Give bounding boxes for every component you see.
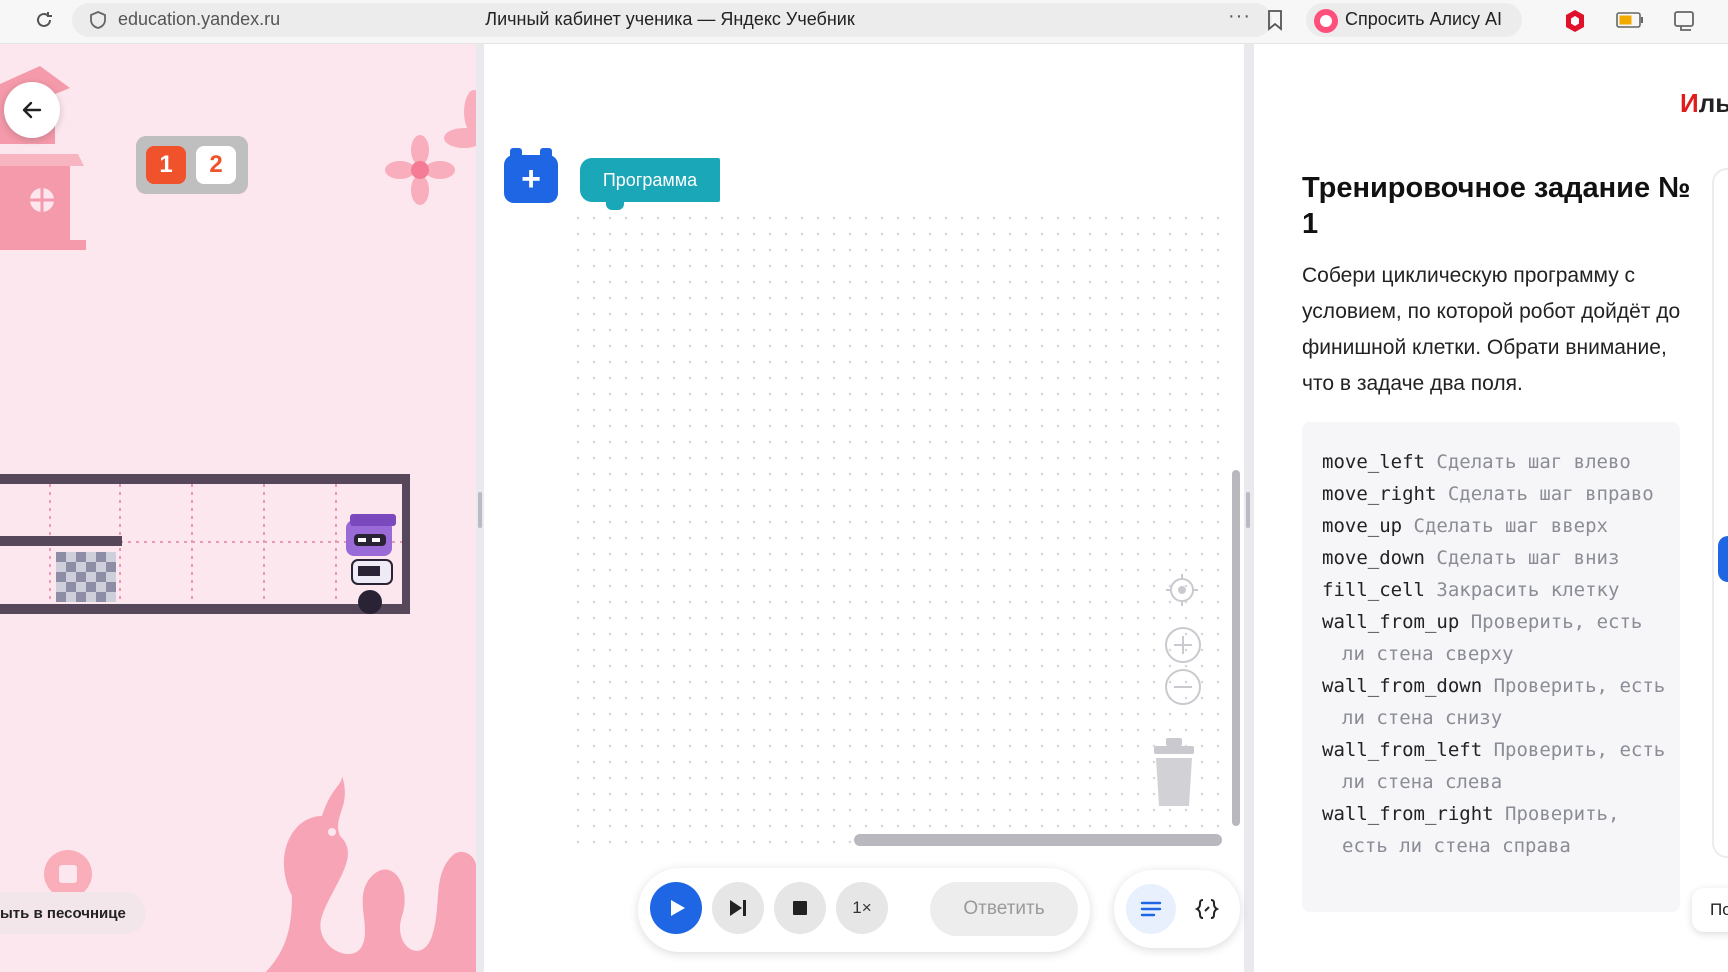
shield-icon[interactable] [88,10,108,30]
command-name: wall_from_up [1322,611,1460,633]
finish-cell [56,552,116,602]
code-braces-icon [1195,899,1219,919]
command-name: move_down [1322,547,1425,569]
zoom-in-icon[interactable] [1164,626,1202,664]
vertical-scrollbar[interactable] [1232,470,1240,826]
more-icon[interactable]: ··· [1228,5,1251,28]
splitter-handle[interactable] [1246,492,1250,528]
command-desc: Сделать шаг вправо [1447,483,1654,505]
pagoda-decoration [0,66,86,250]
command-name: move_right [1322,483,1437,505]
maze-field [0,474,410,614]
speed-button[interactable]: 1× [836,882,888,934]
extension-icon[interactable] [1562,8,1588,34]
command-item: move_down Сделать шаг вниз [1322,542,1666,574]
trash-icon[interactable] [1148,734,1200,808]
flower-decoration [444,90,476,148]
stop-button[interactable] [774,882,826,934]
horizontal-scrollbar[interactable] [854,834,1222,846]
answer-button[interactable]: Ответить [930,882,1078,936]
command-item: move_right Сделать шаг вправо [1322,478,1666,510]
add-block-button[interactable]: + [504,148,558,203]
plus-icon: + [521,159,541,198]
game-field-panel: 1 2 ыть в песочнице [0,44,476,972]
sandbox-button[interactable]: ыть в песочнице [0,892,146,934]
recenter-icon[interactable] [1164,572,1200,608]
splitter-handle[interactable] [478,492,482,528]
editor-workspace-grid[interactable] [570,210,1230,850]
list-icon [1140,901,1162,917]
command-item: move_up Сделать шаг вверх [1322,510,1666,542]
user-name-rest: лья [1698,88,1728,118]
bookmark-icon[interactable] [1266,9,1284,31]
command-desc: Сделать шаг вверх [1413,515,1608,537]
step-forward-icon [730,900,746,916]
arrow-left-icon [22,101,42,119]
command-item: wall_from_down Проверить, есть ли стена … [1322,670,1666,734]
sidebar-panel-icon[interactable] [1672,8,1698,34]
stop-icon [793,901,807,915]
command-desc: Сделать шаг влево [1436,451,1631,473]
reload-icon[interactable] [30,6,58,34]
sandbox-icon[interactable] [44,850,92,898]
drawer-handle[interactable] [1718,536,1728,582]
field-2-button[interactable]: 2 [196,146,236,184]
play-icon [671,900,685,916]
view-toggle [1114,870,1240,948]
command-name: move_left [1322,451,1425,473]
code-view-button[interactable] [1182,884,1232,934]
command-desc: Закрасить клетку [1436,579,1620,601]
browser-toolbar: education.yandex.ru Личный кабинет учени… [0,0,1728,44]
command-item: wall_from_right Проверить, есть ли стена… [1322,798,1666,862]
battery-icon[interactable] [1616,12,1644,28]
command-name: fill_cell [1322,579,1425,601]
url-text[interactable]: education.yandex.ru [118,9,280,30]
user-name-initial: И [1680,88,1699,118]
program-block[interactable]: Программа [580,158,720,210]
field-switcher: 1 2 [136,136,248,194]
command-item: fill_cell Закрасить клетку [1322,574,1666,606]
step-button[interactable] [712,882,764,934]
command-item: wall_from_up Проверить, есть ли стена св… [1322,606,1666,670]
user-name[interactable]: Илья [1680,88,1728,119]
side-pill-button[interactable]: По [1692,888,1728,932]
ask-alice-label[interactable]: Спросить Алису AI [1345,9,1502,30]
task-title: Тренировочное задание № 1 [1302,172,1691,240]
commands-reference: move_left Сделать шаг влево move_right С… [1302,422,1680,912]
run-controls: 1× Ответить [638,868,1090,952]
field-1-button[interactable]: 1 [146,146,186,184]
command-desc: Сделать шаг вниз [1436,547,1620,569]
command-name: wall_from_right [1322,803,1494,825]
back-button[interactable] [4,82,60,138]
page-title: Личный кабинет ученика — Яндекс Учебник [485,9,855,29]
command-name: wall_from_left [1322,739,1483,761]
command-item: move_left Сделать шаг влево [1322,446,1666,478]
command-name: wall_from_down [1322,675,1483,697]
side-drawer[interactable] [1712,168,1728,858]
dragon-decoration [265,776,476,972]
alice-icon [1314,9,1338,33]
play-button[interactable] [650,882,702,934]
zoom-out-icon[interactable] [1164,668,1202,706]
command-item: wall_from_left Проверить, есть ли стена … [1322,734,1666,798]
blocks-view-button[interactable] [1126,884,1176,934]
task-description: Собери циклическую программу с условием,… [1302,264,1681,395]
command-name: move_up [1322,515,1403,537]
